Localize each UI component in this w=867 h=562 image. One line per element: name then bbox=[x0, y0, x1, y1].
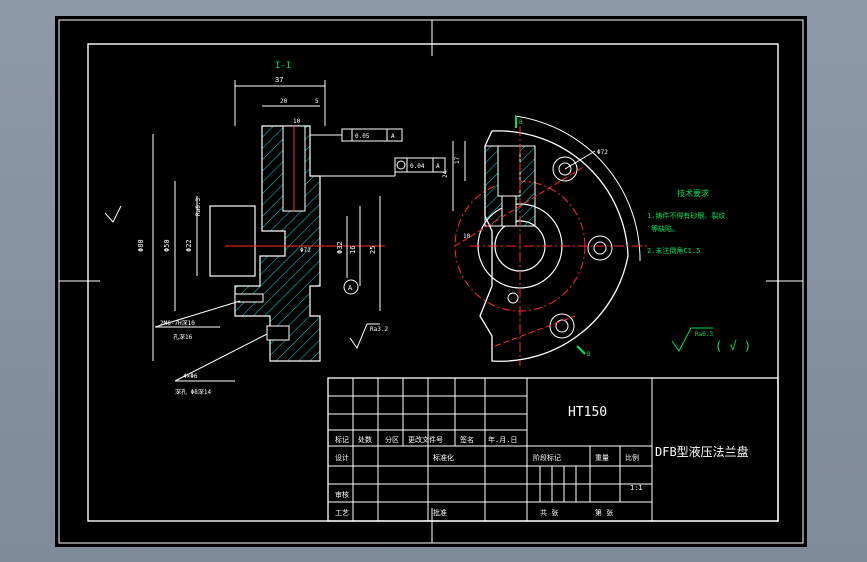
tb-stage-mark: 阶段标记 bbox=[533, 453, 561, 462]
datum-label: A bbox=[348, 284, 353, 292]
dim-dia-bore: Φ22 bbox=[185, 239, 193, 252]
dim-dia-left: Φ80 bbox=[137, 239, 145, 252]
tb-approve: 批准 bbox=[433, 508, 447, 517]
dim-hole-dia: Φ72 bbox=[597, 149, 608, 156]
tb-sheet-no: 第 张 bbox=[595, 508, 613, 517]
note-thread-1: 2M6-7H深10 bbox=[160, 319, 195, 327]
dim-dia-small: Φ32 bbox=[336, 241, 344, 254]
concentricity-icon bbox=[396, 160, 406, 170]
tolerance-ref-2: A bbox=[436, 163, 440, 170]
dim-top-sub: 20 bbox=[280, 98, 288, 105]
tolerance-value-1: 0.05 bbox=[355, 133, 370, 140]
tech-note-3: 2.未注倒角C1.5 bbox=[647, 246, 700, 255]
tb-label-mark: 标记 bbox=[335, 435, 349, 444]
tb-weight: 重量 bbox=[595, 454, 609, 462]
sheet-border bbox=[58, 19, 804, 544]
dim-dia-right: Φ72 bbox=[300, 247, 311, 254]
tb-label-sign: 签名 bbox=[460, 435, 474, 444]
drawing-canvas: I-I 37 20 5 10 0.05 A 0.04 A Φ80 Φ50 Φ22… bbox=[58, 19, 804, 544]
note-thread-2: 孔深16 bbox=[173, 333, 193, 341]
section-view: I-I 37 20 5 10 0.05 A 0.04 A Φ80 Φ50 Φ22… bbox=[104, 61, 446, 396]
tb-scale: 比例 bbox=[625, 453, 639, 462]
dim-dia-inner: Φ50 bbox=[163, 239, 171, 252]
tb-review: 审核 bbox=[335, 490, 349, 499]
tech-requirements: 技术要求 1.铸件不得有砂眼、裂纹 等缺陷。 2.未注倒角C1.5 Ra6.3 … bbox=[647, 188, 751, 353]
section-boss bbox=[209, 205, 256, 277]
dim-top-sub2: 5 bbox=[315, 98, 319, 105]
view-mark-bottom: B bbox=[587, 351, 591, 358]
dim-slot: 10 bbox=[293, 118, 301, 125]
dim-roughness-small: Ra6.3 bbox=[195, 198, 202, 216]
bolt-hole-3 bbox=[549, 313, 575, 339]
pin-hole bbox=[507, 292, 519, 304]
tolerance-value-2: 0.04 bbox=[410, 163, 425, 170]
dim-right-w: 10 bbox=[463, 233, 471, 240]
tb-label-zone: 分区 bbox=[385, 435, 399, 444]
cad-application: I-I 37 20 5 10 0.05 A 0.04 A Φ80 Φ50 Φ22… bbox=[0, 0, 867, 562]
tb-material: HT150 bbox=[568, 405, 607, 420]
tb-label-date: 年.月.日 bbox=[488, 435, 517, 444]
title-block-text: 标记 处数 分区 更改文件号 签名 年.月.日 设计 标准化 审核 工艺 批准 … bbox=[335, 405, 749, 517]
dim-right-h1: 17 bbox=[454, 156, 461, 164]
tb-design: 设计 bbox=[335, 453, 349, 462]
note-hole-2: 深孔 Φ8深14 bbox=[175, 388, 211, 396]
tb-part-name: DFB型液压法兰盘 bbox=[655, 444, 749, 459]
view-mark-top: B bbox=[519, 119, 523, 126]
dim-height-b: 25 bbox=[369, 246, 377, 254]
section-label: I-I bbox=[275, 61, 291, 71]
note-hole-1: 4×Φ6 bbox=[183, 373, 198, 380]
tech-title: 技术要求 bbox=[677, 188, 709, 198]
tb-label-change: 更改文件号 bbox=[408, 435, 443, 444]
tb-process: 工艺 bbox=[335, 509, 349, 517]
drawing-viewport[interactable]: I-I 37 20 5 10 0.05 A 0.04 A Φ80 Φ50 Φ22… bbox=[55, 16, 807, 547]
section-hole bbox=[266, 325, 290, 341]
bolt-hole-2 bbox=[587, 235, 613, 261]
tolerance-ref-1: A bbox=[391, 133, 395, 140]
roughness-general: Ra6.3 bbox=[695, 331, 713, 338]
tb-label-count: 处数 bbox=[358, 435, 372, 444]
tb-sheet-total: 共 张 bbox=[540, 508, 558, 517]
front-view: B B 17 24 10 Φ72 bbox=[442, 115, 650, 366]
tech-note-1: 1.铸件不得有砂眼、裂纹 bbox=[647, 211, 725, 220]
tech-note-2: 等缺陷。 bbox=[651, 224, 679, 233]
ra-face: Ra3.2 bbox=[370, 326, 388, 333]
tb-standard: 标准化 bbox=[433, 453, 454, 462]
roughness-paren: ( √ ) bbox=[715, 339, 751, 353]
dim-height-a: 16 bbox=[349, 246, 357, 254]
dim-right-h2: 24 bbox=[442, 170, 449, 178]
tb-scale-value: 1:1 bbox=[630, 484, 643, 492]
dim-top-width: 37 bbox=[275, 76, 283, 84]
